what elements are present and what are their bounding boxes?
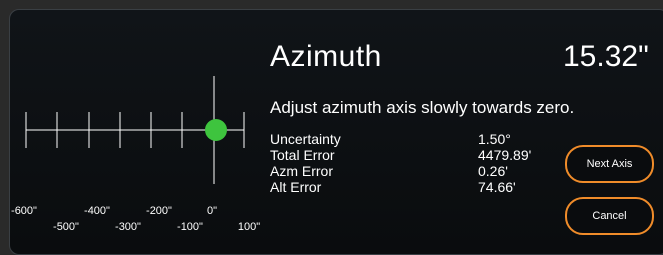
gauge-tick-label: -300" (115, 221, 141, 233)
gauge-tick-label: -200" (146, 205, 172, 217)
gauge-tick-label: -400" (84, 205, 110, 217)
gauge-tick-label: -100" (177, 221, 203, 233)
gauge-tick-label: -500" (53, 221, 79, 233)
gauge-tick-label: 100" (238, 221, 260, 233)
total-error-value: 4479.89' (478, 147, 532, 163)
gauge-tick-label: -600" (11, 205, 37, 217)
axis-title: Azimuth (270, 40, 382, 73)
next-axis-button[interactable]: Next Axis (565, 145, 654, 183)
cancel-button[interactable]: Cancel (565, 197, 654, 235)
uncertainty-label: Uncertainty (270, 131, 341, 147)
azm-error-value: 0.26' (478, 163, 508, 179)
gauge-tick-label: 0" (207, 205, 217, 217)
stats-labels: Uncertainty Total Error Azm Error Alt Er… (270, 131, 341, 195)
axis-value: 15.32" (563, 40, 649, 73)
instruction-text: Adjust azimuth axis slowly towards zero. (270, 98, 575, 117)
stats-values: 1.50° 4479.89' 0.26' 74.66' (478, 131, 531, 195)
azimuth-gauge: -600" -400" -200" 0" -500" -300" -100" 1… (11, 76, 260, 233)
gauge-indicator (205, 119, 227, 141)
uncertainty-value: 1.50° (478, 131, 511, 147)
alt-error-value: 74.66' (478, 179, 516, 195)
alt-error-label: Alt Error (270, 179, 322, 195)
total-error-label: Total Error (270, 147, 335, 163)
azm-error-label: Azm Error (270, 163, 333, 179)
